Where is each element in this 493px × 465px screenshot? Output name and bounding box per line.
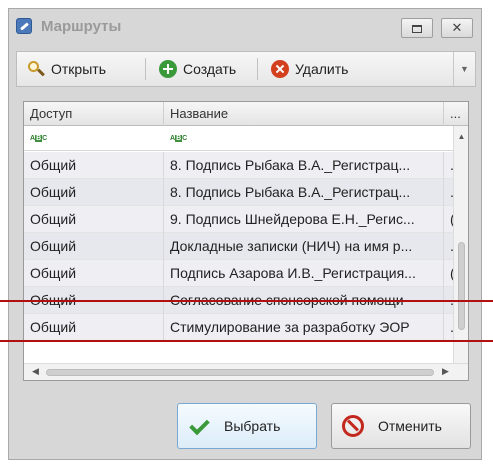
horizontal-scroll-thumb[interactable] — [46, 369, 434, 376]
name-cell: 8. Подпись Рыбака В.А._Регистрац... — [164, 179, 444, 206]
maximize-icon — [412, 24, 422, 33]
name-cell: Докладные записки (НИЧ) на имя р... — [164, 233, 444, 260]
column-header-more[interactable]: ... — [444, 102, 468, 126]
scroll-right-icon[interactable]: ▶ — [442, 366, 449, 377]
cancel-icon — [342, 415, 364, 437]
vertical-scroll-thumb[interactable] — [458, 242, 465, 330]
table-row[interactable]: Общий 8. Подпись Рыбака В.А._Регистрац..… — [24, 179, 462, 206]
maximize-button[interactable] — [401, 18, 433, 38]
select-label: Выбрать — [224, 418, 281, 434]
highlight-line-bottom — [0, 340, 493, 342]
delete-button[interactable]: Удалить — [265, 52, 354, 86]
text-filter-icon[interactable]: ABC — [170, 133, 190, 144]
scroll-up-icon[interactable]: ▲ — [454, 132, 468, 141]
text-filter-icon[interactable]: ABC — [30, 133, 50, 144]
app-icon — [16, 18, 32, 34]
close-button[interactable]: ✕ — [441, 18, 473, 38]
table-row[interactable]: Общий 9. Подпись Шнейдерова Е.Н._Регис..… — [24, 206, 459, 233]
vertical-scrollbar[interactable]: ▲ — [453, 126, 468, 364]
filter-row: ABC ABC — [24, 126, 456, 151]
column-header-access[interactable]: Доступ — [24, 102, 164, 126]
toolbar-separator — [257, 58, 258, 80]
create-label: Создать — [183, 61, 237, 77]
name-cell: 9. Подпись Шнейдерова Е.Н._Регис... — [164, 206, 444, 233]
access-cell: Общий — [24, 260, 164, 287]
name-cell: 8. Подпись Рыбака В.А._Регистрац... — [164, 152, 444, 179]
toolbar: Открыть Создать Удалить ▼ — [16, 51, 476, 87]
chevron-down-icon: ▼ — [460, 64, 469, 74]
open-button[interactable]: Открыть — [21, 52, 112, 86]
access-cell: Общий — [24, 314, 164, 341]
table-body: Общий 8. Подпись Рыбака В.А._Регистрац..… — [24, 152, 462, 341]
checkmark-icon — [188, 415, 210, 437]
horizontal-scrollbar[interactable]: ◀ ▶ — [24, 363, 468, 380]
cancel-button[interactable]: Отменить — [331, 403, 471, 449]
toolbar-separator — [145, 58, 146, 80]
select-button[interactable]: Выбрать — [177, 403, 317, 449]
add-icon — [159, 60, 177, 78]
name-cell: Стимулирование за разработку ЭОР — [164, 314, 444, 341]
close-icon: ✕ — [451, 20, 463, 35]
toolbar-overflow-button[interactable]: ▼ — [453, 52, 475, 86]
delete-label: Удалить — [295, 61, 349, 77]
search-icon — [27, 60, 45, 78]
title-bar: Маршруты ✕ — [9, 9, 481, 45]
table-row[interactable]: Общий Докладные записки (НИЧ) на имя р..… — [24, 233, 462, 260]
delete-icon — [271, 60, 289, 78]
access-cell: Общий — [24, 152, 164, 179]
scroll-left-icon[interactable]: ◀ — [32, 366, 39, 377]
access-cell: Общий — [24, 206, 164, 233]
name-cell: Подпись Азарова И.В._Регистрация... — [164, 260, 444, 287]
routes-dialog: Маршруты ✕ Открыть Создать Удалить ▼ Дос… — [8, 8, 482, 460]
table-row[interactable]: Общий Подпись Азарова И.В._Регистрация..… — [24, 260, 459, 287]
column-header-name[interactable]: Название — [164, 102, 444, 126]
routes-table: Доступ Название ... ABC ABC Общий 8. Под… — [23, 101, 469, 381]
open-label: Открыть — [51, 61, 106, 77]
access-cell: Общий — [24, 233, 164, 260]
table-row[interactable]: Общий 8. Подпись Рыбака В.А._Регистрац..… — [24, 152, 462, 179]
create-button[interactable]: Создать — [153, 52, 242, 86]
access-cell: Общий — [24, 179, 164, 206]
window-title: Маршруты — [41, 18, 122, 35]
table-row[interactable]: Общий Стимулирование за разработку ЭОР .… — [24, 314, 462, 341]
cancel-label: Отменить — [378, 418, 442, 434]
highlight-line-top — [0, 300, 493, 302]
table-header: Доступ Название ... — [24, 102, 468, 126]
